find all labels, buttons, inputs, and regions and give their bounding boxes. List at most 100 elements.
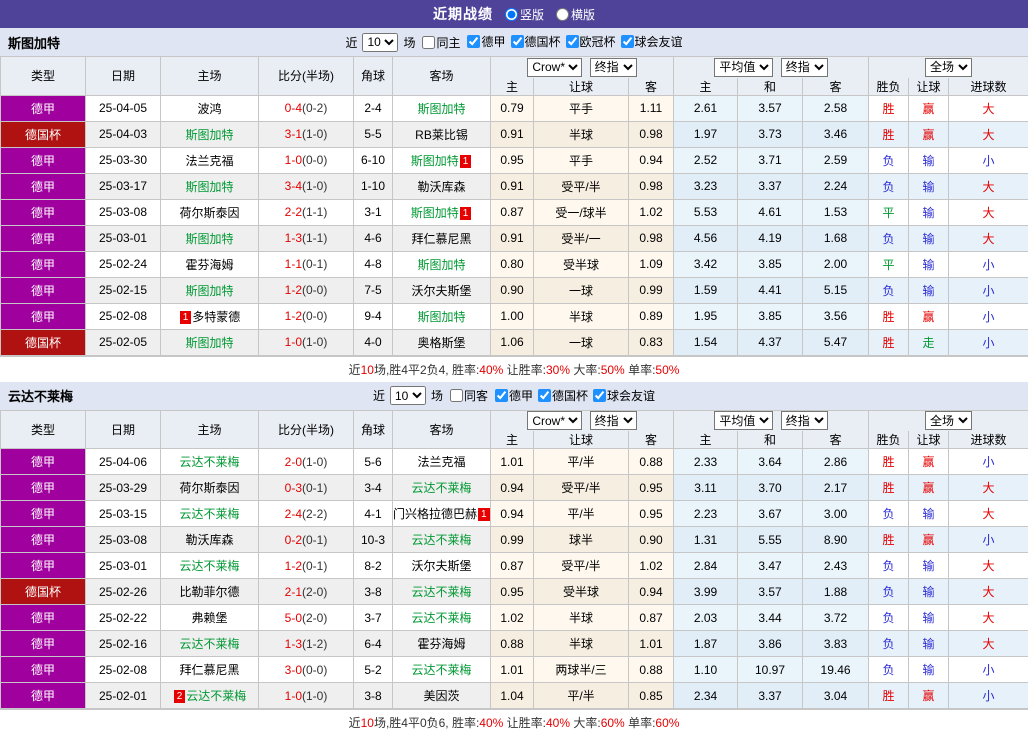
avg-draw-odds-cell: 4.37 <box>738 329 803 355</box>
same-venue-option[interactable]: 同客 <box>445 387 488 404</box>
avg-home-odds-cell: 2.52 <box>674 147 738 173</box>
final-odds-select[interactable]: 终指 <box>590 58 637 77</box>
games-prefix-label: 近 <box>345 34 357 51</box>
team-name-highlight: 云达不莱梅 <box>179 637 239 651</box>
final-odds-select-2[interactable]: 终指 <box>781 411 828 430</box>
scope-select[interactable]: 全场 <box>925 58 972 77</box>
handicap-result-cell: 输 <box>909 657 949 683</box>
score-cell: 1-1(0-1) <box>259 251 354 277</box>
avg-away-odds-cell: 3.83 <box>803 631 869 657</box>
opponent-name: 沃尔夫斯堡 <box>411 284 471 298</box>
league-filter-checkbox[interactable] <box>621 35 634 48</box>
final-odds-select-2[interactable]: 终指 <box>781 58 828 77</box>
handicap-line-cell: 平/半 <box>534 501 629 527</box>
odds-provider-select[interactable]: Crow* <box>527 411 582 430</box>
avg-home-odds-cell: 3.99 <box>674 579 738 605</box>
half-time-score: (0-0) <box>302 663 327 677</box>
league-filter-label: 欧冠杯 <box>580 33 616 50</box>
handicap-result-cell: 赢 <box>909 683 949 709</box>
full-time-score: 1-2 <box>285 559 302 573</box>
handicap-home-odds-cell: 1.01 <box>491 449 534 475</box>
col-home: 主场 <box>161 410 259 449</box>
league-filter-option[interactable]: 德甲 <box>462 33 505 50</box>
corners-cell: 10-3 <box>354 527 393 553</box>
horizontal-layout-option[interactable]: 横版 <box>550 6 595 23</box>
team-name-highlight: 斯图加特 <box>185 232 233 246</box>
col-away: 客场 <box>393 57 491 96</box>
league-filter-checkbox[interactable] <box>593 389 606 402</box>
rank-badge: 1 <box>478 508 490 521</box>
match-result-cell: 负 <box>869 147 909 173</box>
home-team-cell: 荷尔斯泰因 <box>161 475 259 501</box>
league-filter-option[interactable]: 德国杯 <box>506 33 561 50</box>
goals-result-cell: 大 <box>949 553 1028 579</box>
corners-cell: 4-8 <box>354 251 393 277</box>
handicap-home-odds-cell: 0.99 <box>491 527 534 553</box>
match-result-cell: 负 <box>869 631 909 657</box>
vertical-layout-option[interactable]: 竖版 <box>499 6 544 23</box>
league-filter-checkbox[interactable] <box>467 35 480 48</box>
handicap-home-odds-cell: 0.80 <box>491 251 534 277</box>
league-filter-checkbox[interactable] <box>566 35 579 48</box>
league-filter-checkbox[interactable] <box>511 35 524 48</box>
opponent-name: 美因茨 <box>423 689 459 703</box>
avg-odds-select[interactable]: 平均值 <box>714 411 773 430</box>
avg-odds-select[interactable]: 平均值 <box>714 58 773 77</box>
home-team-cell: 云达不莱梅 <box>161 501 259 527</box>
same-venue-checkbox[interactable] <box>450 389 463 402</box>
half-time-score: (1-0) <box>302 455 327 469</box>
handicap-home-odds-cell: 0.91 <box>491 225 534 251</box>
final-odds-select[interactable]: 终指 <box>590 411 637 430</box>
league-filter-option[interactable]: 德甲 <box>490 387 533 404</box>
scope-select[interactable]: 全场 <box>925 411 972 430</box>
handicap-result-cell: 输 <box>909 277 949 303</box>
handicap-result-cell: 走 <box>909 329 949 355</box>
avg-draw-odds-cell: 3.71 <box>738 147 803 173</box>
away-team-cell: 拜仁慕尼黑 <box>393 225 491 251</box>
games-count-select[interactable]: 10 <box>362 33 398 52</box>
date-cell: 25-02-26 <box>86 579 161 605</box>
avg-draw-odds-cell: 3.37 <box>738 173 803 199</box>
col-score: 比分(半场) <box>259 57 354 96</box>
away-team-cell: 门兴格拉德巴赫1 <box>393 501 491 527</box>
half-time-score: (2-2) <box>302 507 327 521</box>
same-venue-checkbox[interactable] <box>422 36 435 49</box>
league-filter-checkbox[interactable] <box>495 389 508 402</box>
league-filter-option[interactable]: 球会友谊 <box>588 387 655 404</box>
summary-segment: 10 <box>361 716 374 730</box>
horizontal-layout-radio[interactable] <box>556 8 569 21</box>
half-time-score: (0-1) <box>302 481 327 495</box>
date-cell: 25-02-08 <box>86 303 161 329</box>
away-team-cell: 法兰克福 <box>393 449 491 475</box>
summary-segment: 40% <box>479 363 503 377</box>
league-cell: 德国杯 <box>1 121 86 147</box>
handicap-line-cell: 受平/半 <box>534 475 629 501</box>
handicap-line-cell: 平手 <box>534 147 629 173</box>
league-filter-option[interactable]: 球会友谊 <box>616 33 683 50</box>
col-corner: 角球 <box>354 57 393 96</box>
games-count-select[interactable]: 10 <box>390 386 426 405</box>
goals-result-cell: 小 <box>949 657 1028 683</box>
league-cell: 德甲 <box>1 173 86 199</box>
table-row: 德甲25-02-081多特蒙德1-2(0-0)9-4斯图加特1.00半球0.89… <box>1 303 1028 329</box>
avg-draw-odds-cell: 4.19 <box>738 225 803 251</box>
league-filter-option[interactable]: 德国杯 <box>533 387 588 404</box>
half-time-score: (0-0) <box>302 153 327 167</box>
home-team-cell: 斯图加特 <box>161 121 259 147</box>
handicap-result-cell: 输 <box>909 631 949 657</box>
vertical-layout-radio[interactable] <box>505 8 518 21</box>
handicap-result-cell: 输 <box>909 147 949 173</box>
half-time-score: (1-0) <box>302 179 327 193</box>
full-time-score: 1-2 <box>285 309 302 323</box>
handicap-result-cell: 赢 <box>909 527 949 553</box>
corners-cell: 3-8 <box>354 579 393 605</box>
score-cell: 1-3(1-1) <box>259 225 354 251</box>
league-filter-checkbox[interactable] <box>538 389 551 402</box>
away-team-cell: 沃尔夫斯堡 <box>393 553 491 579</box>
league-filter-option[interactable]: 欧冠杯 <box>561 33 616 50</box>
home-team-cell: 斯图加特 <box>161 173 259 199</box>
odds-provider-select[interactable]: Crow* <box>527 58 582 77</box>
handicap-result-cell: 赢 <box>909 475 949 501</box>
europe-odds-group: 平均值 终指 <box>674 57 869 78</box>
same-venue-option[interactable]: 同主 <box>417 34 460 51</box>
